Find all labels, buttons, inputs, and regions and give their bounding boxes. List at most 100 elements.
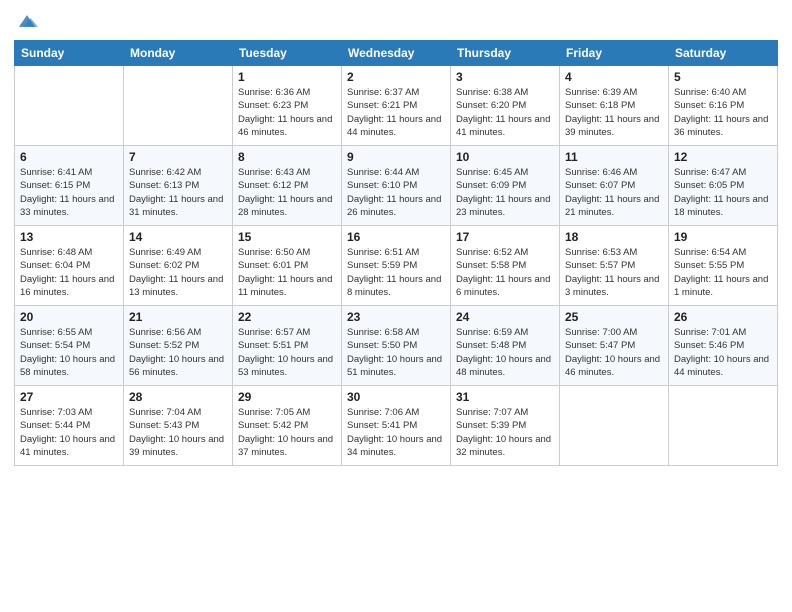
- week-row-5: 27 Sunrise: 7:03 AM Sunset: 5:44 PM Dayli…: [15, 386, 778, 466]
- day-number: 28: [129, 390, 227, 404]
- day-number: 30: [347, 390, 445, 404]
- day-number: 21: [129, 310, 227, 324]
- day-info: Sunrise: 6:57 AM Sunset: 5:51 PM Dayligh…: [238, 326, 336, 379]
- day-number: 31: [456, 390, 554, 404]
- day-info: Sunrise: 6:46 AM Sunset: 6:07 PM Dayligh…: [565, 166, 663, 219]
- calendar-cell: 23 Sunrise: 6:58 AM Sunset: 5:50 PM Dayli…: [342, 306, 451, 386]
- day-info: Sunrise: 7:00 AM Sunset: 5:47 PM Dayligh…: [565, 326, 663, 379]
- logo: [14, 10, 38, 32]
- day-number: 17: [456, 230, 554, 244]
- calendar-cell: 18 Sunrise: 6:53 AM Sunset: 5:57 PM Dayli…: [560, 226, 669, 306]
- day-info: Sunrise: 6:37 AM Sunset: 6:21 PM Dayligh…: [347, 86, 445, 139]
- day-info: Sunrise: 6:38 AM Sunset: 6:20 PM Dayligh…: [456, 86, 554, 139]
- day-info: Sunrise: 6:47 AM Sunset: 6:05 PM Dayligh…: [674, 166, 772, 219]
- calendar-cell: 16 Sunrise: 6:51 AM Sunset: 5:59 PM Dayli…: [342, 226, 451, 306]
- calendar-cell: [15, 66, 124, 146]
- col-header-saturday: Saturday: [669, 41, 778, 66]
- day-number: 12: [674, 150, 772, 164]
- day-number: 22: [238, 310, 336, 324]
- day-info: Sunrise: 6:49 AM Sunset: 6:02 PM Dayligh…: [129, 246, 227, 299]
- day-info: Sunrise: 6:41 AM Sunset: 6:15 PM Dayligh…: [20, 166, 118, 219]
- day-number: 1: [238, 70, 336, 84]
- col-header-thursday: Thursday: [451, 41, 560, 66]
- calendar-cell: 5Sunrise: 6:40 AM Sunset: 6:16 PM Daylig…: [669, 66, 778, 146]
- calendar-cell: 14Sunrise: 6:49 AM Sunset: 6:02 PM Dayli…: [124, 226, 233, 306]
- calendar-cell: 25Sunrise: 7:00 AM Sunset: 5:47 PM Dayli…: [560, 306, 669, 386]
- col-header-monday: Monday: [124, 41, 233, 66]
- day-info: Sunrise: 7:01 AM Sunset: 5:46 PM Dayligh…: [674, 326, 772, 379]
- day-number: 18: [565, 230, 663, 244]
- calendar-cell: 13Sunrise: 6:48 AM Sunset: 6:04 PM Dayli…: [15, 226, 124, 306]
- col-header-sunday: Sunday: [15, 41, 124, 66]
- day-info: Sunrise: 6:42 AM Sunset: 6:13 PM Dayligh…: [129, 166, 227, 219]
- day-info: Sunrise: 6:58 AM Sunset: 5:50 PM Dayligh…: [347, 326, 445, 379]
- day-info: Sunrise: 7:06 AM Sunset: 5:41 PM Dayligh…: [347, 406, 445, 459]
- calendar-cell: 7 Sunrise: 6:42 AM Sunset: 6:13 PM Daylig…: [124, 146, 233, 226]
- day-info: Sunrise: 7:07 AM Sunset: 5:39 PM Dayligh…: [456, 406, 554, 459]
- week-row-2: 6 Sunrise: 6:41 AM Sunset: 6:15 PM Daylig…: [15, 146, 778, 226]
- day-number: 24: [456, 310, 554, 324]
- day-info: Sunrise: 6:43 AM Sunset: 6:12 PM Dayligh…: [238, 166, 336, 219]
- day-number: 23: [347, 310, 445, 324]
- day-number: 19: [674, 230, 772, 244]
- calendar-cell: 3Sunrise: 6:38 AM Sunset: 6:20 PM Daylig…: [451, 66, 560, 146]
- day-info: Sunrise: 6:54 AM Sunset: 5:55 PM Dayligh…: [674, 246, 772, 299]
- day-number: 6: [20, 150, 118, 164]
- calendar-cell: 8 Sunrise: 6:43 AM Sunset: 6:12 PM Daylig…: [233, 146, 342, 226]
- header: [14, 10, 778, 32]
- calendar-cell: [124, 66, 233, 146]
- day-number: 7: [129, 150, 227, 164]
- calendar-cell: 29Sunrise: 7:05 AM Sunset: 5:42 PM Dayli…: [233, 386, 342, 466]
- calendar-cell: [669, 386, 778, 466]
- calendar-cell: 15Sunrise: 6:50 AM Sunset: 6:01 PM Dayli…: [233, 226, 342, 306]
- day-info: Sunrise: 6:59 AM Sunset: 5:48 PM Dayligh…: [456, 326, 554, 379]
- col-header-friday: Friday: [560, 41, 669, 66]
- calendar-cell: 17 Sunrise: 6:52 AM Sunset: 5:58 PM Dayli…: [451, 226, 560, 306]
- day-info: Sunrise: 7:04 AM Sunset: 5:43 PM Dayligh…: [129, 406, 227, 459]
- calendar-cell: 21 Sunrise: 6:56 AM Sunset: 5:52 PM Dayli…: [124, 306, 233, 386]
- calendar-cell: 31 Sunrise: 7:07 AM Sunset: 5:39 PM Dayli…: [451, 386, 560, 466]
- calendar-cell: 12 Sunrise: 6:47 AM Sunset: 6:05 PM Dayli…: [669, 146, 778, 226]
- day-info: Sunrise: 6:52 AM Sunset: 5:58 PM Dayligh…: [456, 246, 554, 299]
- day-number: 27: [20, 390, 118, 404]
- day-info: Sunrise: 6:39 AM Sunset: 6:18 PM Dayligh…: [565, 86, 663, 139]
- day-info: Sunrise: 7:03 AM Sunset: 5:44 PM Dayligh…: [20, 406, 118, 459]
- day-info: Sunrise: 6:55 AM Sunset: 5:54 PM Dayligh…: [20, 326, 118, 379]
- calendar-cell: 24 Sunrise: 6:59 AM Sunset: 5:48 PM Dayli…: [451, 306, 560, 386]
- day-number: 16: [347, 230, 445, 244]
- day-number: 15: [238, 230, 336, 244]
- calendar-cell: 4Sunrise: 6:39 AM Sunset: 6:18 PM Daylig…: [560, 66, 669, 146]
- col-header-tuesday: Tuesday: [233, 41, 342, 66]
- day-info: Sunrise: 7:05 AM Sunset: 5:42 PM Dayligh…: [238, 406, 336, 459]
- col-header-wednesday: Wednesday: [342, 41, 451, 66]
- day-info: Sunrise: 6:56 AM Sunset: 5:52 PM Dayligh…: [129, 326, 227, 379]
- logo-icon: [16, 10, 38, 32]
- day-number: 8: [238, 150, 336, 164]
- calendar-cell: 26 Sunrise: 7:01 AM Sunset: 5:46 PM Dayli…: [669, 306, 778, 386]
- calendar-cell: 6 Sunrise: 6:41 AM Sunset: 6:15 PM Daylig…: [15, 146, 124, 226]
- calendar-cell: [560, 386, 669, 466]
- calendar-cell: 19 Sunrise: 6:54 AM Sunset: 5:55 PM Dayli…: [669, 226, 778, 306]
- day-number: 13: [20, 230, 118, 244]
- calendar-cell: 20Sunrise: 6:55 AM Sunset: 5:54 PM Dayli…: [15, 306, 124, 386]
- day-info: Sunrise: 6:53 AM Sunset: 5:57 PM Dayligh…: [565, 246, 663, 299]
- day-number: 26: [674, 310, 772, 324]
- calendar-cell: 2 Sunrise: 6:37 AM Sunset: 6:21 PM Daylig…: [342, 66, 451, 146]
- calendar-cell: 9Sunrise: 6:44 AM Sunset: 6:10 PM Daylig…: [342, 146, 451, 226]
- calendar-cell: 30 Sunrise: 7:06 AM Sunset: 5:41 PM Dayli…: [342, 386, 451, 466]
- calendar-cell: 11 Sunrise: 6:46 AM Sunset: 6:07 PM Dayli…: [560, 146, 669, 226]
- calendar-table: SundayMondayTuesdayWednesdayThursdayFrid…: [14, 40, 778, 466]
- day-info: Sunrise: 6:40 AM Sunset: 6:16 PM Dayligh…: [674, 86, 772, 139]
- calendar-header-row: SundayMondayTuesdayWednesdayThursdayFrid…: [15, 41, 778, 66]
- day-number: 9: [347, 150, 445, 164]
- calendar-cell: 10 Sunrise: 6:45 AM Sunset: 6:09 PM Dayli…: [451, 146, 560, 226]
- week-row-3: 13Sunrise: 6:48 AM Sunset: 6:04 PM Dayli…: [15, 226, 778, 306]
- day-number: 2: [347, 70, 445, 84]
- day-number: 11: [565, 150, 663, 164]
- day-info: Sunrise: 6:51 AM Sunset: 5:59 PM Dayligh…: [347, 246, 445, 299]
- week-row-4: 20Sunrise: 6:55 AM Sunset: 5:54 PM Dayli…: [15, 306, 778, 386]
- calendar-cell: 22 Sunrise: 6:57 AM Sunset: 5:51 PM Dayli…: [233, 306, 342, 386]
- day-info: Sunrise: 6:45 AM Sunset: 6:09 PM Dayligh…: [456, 166, 554, 219]
- day-info: Sunrise: 6:36 AM Sunset: 6:23 PM Dayligh…: [238, 86, 336, 139]
- day-number: 10: [456, 150, 554, 164]
